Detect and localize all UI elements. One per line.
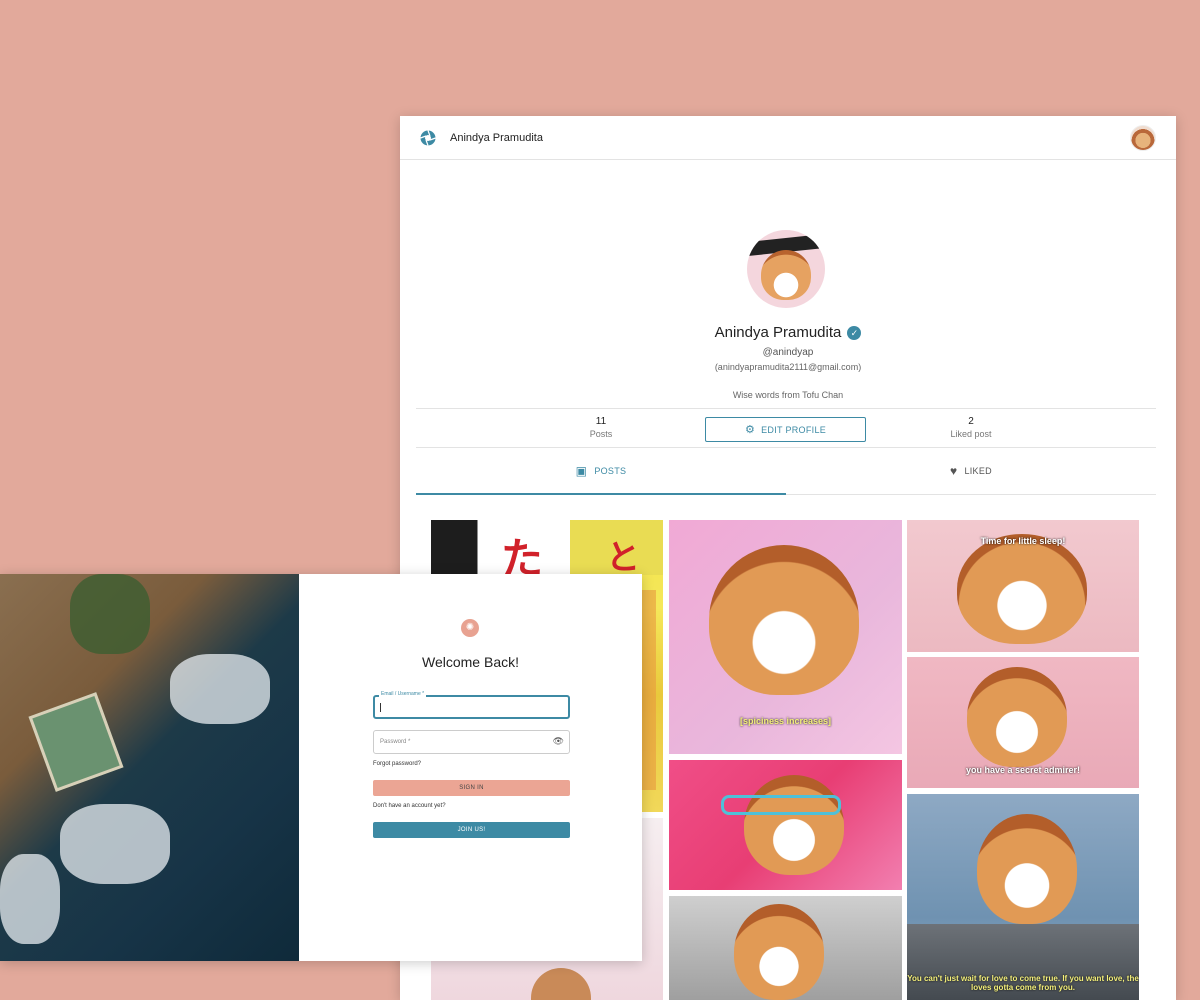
vegetation (70, 574, 150, 654)
login-title: Welcome Back! (422, 654, 519, 670)
email-label: Email / Username * (379, 691, 427, 697)
profile-handle: @anindyap (762, 347, 814, 358)
eye-icon[interactable]: 👁 (553, 736, 564, 747)
post-caption: [spiciness increases] (739, 716, 832, 726)
heart-icon: ♥ (950, 464, 958, 478)
stat-value: 2 (968, 416, 974, 427)
aerial-coast-image (0, 574, 299, 961)
verified-badge-icon: ✓ (847, 326, 862, 340)
profile-header: Anindya Pramudita ✓ @anindyap (anindyapra… (400, 160, 1176, 442)
app-title: Anindya Pramudita (450, 131, 543, 144)
text-caret (380, 703, 381, 712)
post-caption: Time for little sleep! (980, 536, 1066, 546)
login-panel: ✺ Welcome Back! Email / Username * Passw… (299, 574, 642, 961)
top-app-bar: Anindya Pramudita (400, 116, 1176, 160)
profile-name: Anindya Pramudita ✓ (400, 324, 1176, 341)
stat-label: Liked post (950, 429, 992, 439)
aperture-icon[interactable] (420, 129, 436, 146)
post-tile[interactable]: You can't just wait for love to come tru… (907, 794, 1139, 1000)
tab-label: LIKED (964, 466, 992, 476)
tab-liked[interactable]: ♥ LIKED (786, 448, 1156, 494)
post-tile[interactable]: you have a secret admirer! (907, 657, 1139, 788)
password-placeholder: Password * (380, 739, 411, 745)
no-account-text: Don't have an account yet? (373, 803, 446, 809)
join-button[interactable]: JOIN US! (373, 822, 570, 838)
profile-email: (anindyapramudita2111@gmail.com) (714, 362, 862, 372)
sign-in-button[interactable]: SIGN IN (373, 780, 570, 796)
stat-value: 11 (595, 416, 607, 427)
aperture-icon: ✺ (461, 619, 479, 637)
stat-label: Posts (589, 429, 613, 439)
wave-foam (60, 804, 170, 884)
stat-posts: 11 Posts (416, 409, 786, 447)
profile-tabs: ▣ POSTS ♥ LIKED (416, 448, 1156, 495)
profile-avatar (747, 230, 825, 308)
profile-name-text: Anindya Pramudita (714, 324, 842, 341)
email-field[interactable]: Email / Username * (373, 691, 570, 719)
tab-posts[interactable]: ▣ POSTS (416, 448, 786, 495)
post-tile[interactable]: [spiciness increases] (669, 520, 902, 754)
post-tile[interactable]: Time for little sleep! (907, 520, 1139, 652)
ocean-pool (28, 692, 124, 792)
post-tile[interactable] (669, 896, 902, 1000)
login-window: ✺ Welcome Back! Email / Username * Passw… (0, 574, 642, 961)
post-tile[interactable] (669, 760, 902, 890)
tab-label: POSTS (594, 466, 627, 476)
wave-foam (170, 654, 270, 724)
stat-liked: 2 Liked post (786, 409, 1156, 447)
photo-library-icon: ▣ (575, 464, 588, 478)
dog-face (761, 250, 811, 300)
profile-stats: 11 Posts 2 Liked post (416, 408, 1156, 448)
password-field[interactable]: Password * 👁 (373, 730, 570, 754)
forgot-password-link[interactable]: Forgot password? (373, 761, 421, 767)
post-caption: You can't just wait for love to come tru… (907, 974, 1139, 992)
wave-foam (0, 854, 60, 944)
profile-bio: Wise words from Tofu Chan (732, 390, 844, 400)
avatar[interactable] (1130, 124, 1156, 151)
post-caption: you have a secret admirer! (965, 765, 1081, 775)
